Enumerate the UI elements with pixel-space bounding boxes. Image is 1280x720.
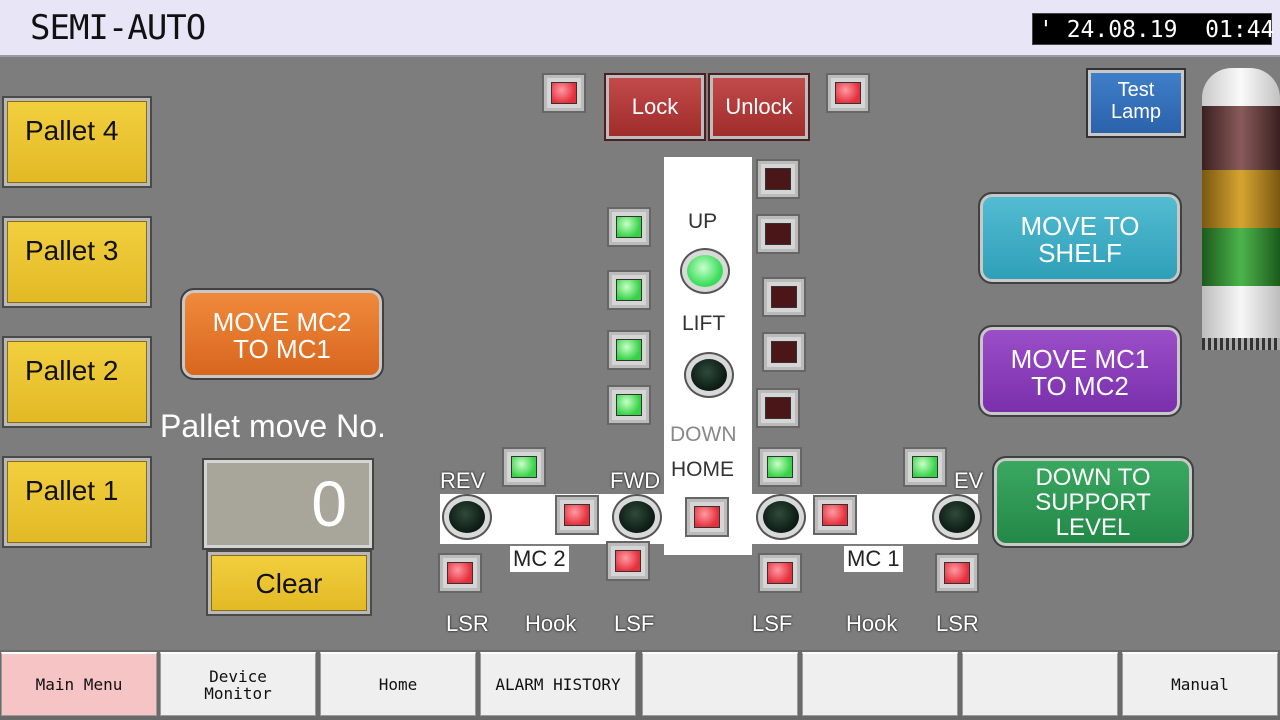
- mc2-rev-indicator: [442, 494, 492, 540]
- pallet-1-button[interactable]: Pallet 1: [2, 456, 152, 548]
- nav-manual[interactable]: Manual: [1122, 652, 1278, 716]
- move-to-shelf-line2: SHELF: [1038, 238, 1122, 268]
- nav-home[interactable]: Home: [320, 652, 476, 716]
- nav-empty-3[interactable]: [962, 652, 1118, 716]
- rev-right-label: EV: [954, 468, 984, 493]
- lift-right-lamp-2: [756, 214, 800, 254]
- mc1-lsr-lamp: [935, 553, 979, 593]
- sensor-label-hook-right: Hook: [846, 611, 898, 636]
- mc1-fwd-indicator: [756, 494, 806, 540]
- mc1-lsf-lamp: [758, 553, 802, 593]
- move-to-shelf-line1: MOVE TO: [1020, 211, 1140, 241]
- sensor-label-hook-left: Hook: [525, 611, 577, 636]
- move-mc1-line1: MOVE MC1: [1010, 344, 1150, 374]
- tower-base: [1202, 338, 1280, 350]
- fwd-label: FWD: [610, 468, 661, 493]
- test-lamp-line1: Test: [1117, 79, 1155, 101]
- move-mc2-to-mc1-button[interactable]: MOVE MC2 TO MC1: [180, 288, 384, 380]
- mc2-hook-lamp: [555, 495, 599, 535]
- pallet-4-button[interactable]: Pallet 4: [2, 96, 152, 188]
- lock-indicator-lamp: [542, 73, 586, 113]
- tower-red-segment: [1202, 106, 1280, 170]
- move-mc1-line2: TO MC2: [1031, 371, 1129, 401]
- down-to-support-line1: DOWN TO: [1035, 464, 1151, 491]
- nav-main-menu[interactable]: Main Menu: [1, 652, 157, 716]
- down-to-support-line2: SUPPORT: [1035, 489, 1151, 516]
- lift-left-lamp-1: [607, 207, 651, 247]
- sensor-label-lsr-left: LSR: [446, 611, 489, 636]
- pallet-3-button[interactable]: Pallet 3: [2, 216, 152, 308]
- lock-button[interactable]: Lock: [604, 73, 706, 141]
- move-to-shelf-button[interactable]: MOVE TO SHELF: [978, 192, 1182, 284]
- mc2-fwd-indicator: [612, 494, 662, 540]
- move-mc2-line2: TO MC1: [233, 334, 331, 364]
- mc1-green-lamp: [903, 447, 947, 487]
- lift-down-label: DOWN: [670, 423, 737, 446]
- nav-empty-2[interactable]: [802, 652, 958, 716]
- signal-tower-light: [1202, 68, 1280, 350]
- nav-device-monitor[interactable]: Device Monitor: [160, 652, 316, 716]
- move-mc1-to-mc2-button[interactable]: MOVE MC1 TO MC2: [978, 325, 1182, 417]
- test-lamp-button[interactable]: Test Lamp: [1086, 68, 1186, 138]
- tower-green-segment: [1202, 228, 1280, 286]
- down-to-support-level-button[interactable]: DOWN TO SUPPORT LEVEL: [992, 456, 1194, 548]
- lift-left-lamp-4: [607, 385, 651, 425]
- tower-cap: [1202, 68, 1280, 106]
- nav-empty-1[interactable]: [642, 652, 798, 716]
- pallet-move-label: Pallet move No.: [160, 408, 386, 444]
- lift-home-label: HOME: [671, 458, 734, 481]
- unlock-button[interactable]: Unlock: [708, 73, 810, 141]
- tower-yellow-segment: [1202, 170, 1280, 228]
- sensor-label-lsr-right: LSR: [936, 611, 979, 636]
- lift-right-lamp-5: [756, 388, 800, 428]
- lift-down-indicator: [684, 352, 734, 398]
- lift-up-indicator: [680, 248, 730, 294]
- lift-home-lamp: [685, 497, 729, 537]
- nav-alarm-history[interactable]: ALARM HISTORY: [480, 652, 636, 716]
- lift-right-lamp-4: [762, 332, 806, 372]
- pallet-move-counter: 0: [202, 458, 374, 550]
- clear-button[interactable]: Clear: [206, 550, 372, 616]
- mc2-lsr-lamp: [438, 553, 482, 593]
- pallet-2-button[interactable]: Pallet 2: [2, 336, 152, 428]
- lift-right-lamp-1: [756, 159, 800, 199]
- mc1-label: MC 1: [844, 546, 903, 572]
- down-to-support-line3: LEVEL: [1055, 514, 1131, 541]
- mc2-lsf-lamp: [606, 541, 650, 581]
- test-lamp-line2: Lamp: [1110, 101, 1162, 123]
- rev-left-label: REV: [440, 468, 486, 493]
- sensor-label-lsf-left: LSF: [614, 611, 655, 636]
- lift-left-lamp-3: [607, 330, 651, 370]
- datetime-display: ' 24.08.19 01:44: [1032, 13, 1274, 45]
- unlock-indicator-lamp: [826, 73, 870, 113]
- lift-label: LIFT: [682, 312, 726, 335]
- mc1-hook-lamp: [813, 495, 857, 535]
- mc1-fwd-green-lamp: [758, 447, 802, 487]
- lift-left-lamp-2: [607, 270, 651, 310]
- mc2-label: MC 2: [510, 546, 569, 572]
- move-mc2-line1: MOVE MC2: [212, 307, 352, 337]
- lift-up-label: UP: [688, 210, 718, 233]
- tower-white-segment: [1202, 286, 1280, 340]
- page-title: SEMI-AUTO: [30, 8, 206, 48]
- lift-right-lamp-3: [762, 277, 806, 317]
- mc1-rev-indicator: [932, 494, 982, 540]
- sensor-label-lsf-right: LSF: [752, 611, 793, 636]
- mc2-green-lamp: [502, 447, 546, 487]
